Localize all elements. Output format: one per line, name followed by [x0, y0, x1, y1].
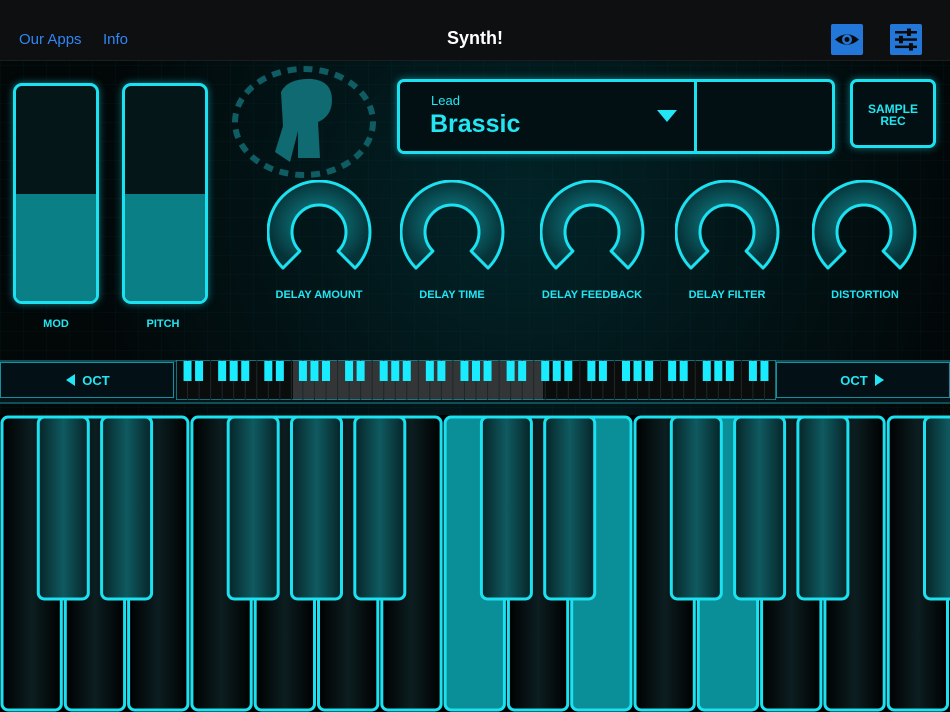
mini-black-key: [483, 361, 492, 381]
mini-black-key: [183, 361, 192, 381]
piano-keyboard[interactable]: [0, 415, 950, 712]
black-key: [100, 415, 154, 601]
mini-black-key: [714, 361, 723, 381]
preset-name: Brassic: [430, 110, 521, 138]
octave-up-label: OCT: [840, 372, 868, 388]
knob-delay-filter[interactable]: [675, 180, 785, 280]
knob-delay-time[interactable]: [400, 180, 510, 280]
knob-label-distortion: DISTORTION: [831, 289, 899, 301]
mini-black-key: [460, 361, 469, 381]
octave-up-button[interactable]: OCT: [776, 362, 950, 398]
mini-black-key: [622, 361, 630, 381]
mini-black-key: [298, 361, 307, 381]
preset-selector[interactable]: Lead Brassic: [397, 79, 835, 154]
black-key: [479, 415, 533, 601]
mini-black-key: [518, 361, 527, 381]
pitch-label: PITCH: [146, 318, 180, 330]
sliders-icon: [895, 28, 917, 51]
knob-label-delay-amount: DELAY AMOUNT: [275, 289, 363, 301]
mini-black-key: [425, 361, 434, 381]
mini-black-key: [356, 361, 365, 381]
mod-slider-fill: [16, 193, 96, 301]
black-key: [733, 415, 787, 601]
dropdown-arrow-icon: [657, 110, 677, 122]
preset-category: Lead: [431, 93, 460, 108]
knob-delay-feedback[interactable]: [540, 180, 650, 280]
mini-keyboard-range-selector[interactable]: [176, 360, 776, 400]
mini-black-key: [391, 361, 400, 381]
sample-rec-line2: REC: [880, 113, 906, 128]
mini-black-key: [322, 361, 330, 381]
app-title: Synth!: [447, 28, 503, 48]
mini-black-key: [564, 361, 573, 381]
knob-delay-amount[interactable]: [267, 180, 377, 280]
mini-black-key: [310, 361, 319, 381]
mini-black-key: [241, 361, 250, 381]
settings-button[interactable]: [890, 24, 922, 55]
black-key: [36, 415, 90, 601]
top-bar: Our Apps Info Synth!: [0, 0, 950, 61]
mini-black-key: [748, 361, 757, 381]
mini-black-key: [229, 361, 238, 381]
sample-rec-line1: SAMPLE: [867, 101, 918, 116]
mod-slider[interactable]: [13, 83, 99, 304]
knob-label-delay-filter: DELAY FILTER: [688, 289, 766, 301]
mini-black-key: [725, 361, 734, 381]
mini-black-key: [587, 361, 596, 381]
preset-divider: [694, 82, 697, 151]
mini-black-key: [402, 361, 411, 381]
mini-black-key: [275, 361, 284, 381]
eye-button[interactable]: [831, 24, 863, 55]
mini-black-key: [668, 361, 677, 381]
arrow-left-icon: [66, 374, 76, 386]
mod-label: MOD: [43, 318, 69, 330]
eye-icon: [835, 34, 859, 45]
mini-black-key: [679, 361, 688, 381]
knob-distortion[interactable]: [812, 180, 922, 280]
mini-black-key: [702, 361, 711, 381]
black-key: [796, 415, 850, 601]
mini-black-key: [264, 361, 273, 381]
black-key: [669, 415, 723, 601]
black-key: [290, 415, 343, 601]
arrow-right-icon: [874, 374, 884, 386]
knob-label-delay-feedback: DELAY FEEDBACK: [541, 289, 643, 301]
knob-label-delay-time: DELAY TIME: [419, 289, 485, 301]
mini-black-key: [506, 361, 515, 381]
mini-black-key: [218, 361, 227, 381]
mini-black-key: [379, 361, 388, 381]
octave-down-label: OCT: [82, 372, 110, 388]
mini-black-key: [437, 361, 446, 381]
app-logo-icon: [232, 66, 376, 178]
mini-black-key: [645, 361, 654, 381]
sample-rec-button[interactable]: SAMPLE REC: [850, 79, 936, 148]
mini-black-key: [345, 361, 354, 381]
mini-black-key: [472, 361, 480, 381]
mini-black-key: [552, 361, 561, 381]
mini-black-key: [541, 361, 550, 381]
pitch-slider[interactable]: [122, 83, 208, 304]
mini-black-key: [760, 361, 769, 381]
octave-down-button[interactable]: OCT: [0, 362, 174, 398]
mini-black-key: [195, 361, 204, 381]
black-key: [226, 415, 280, 601]
black-key: [923, 415, 950, 601]
pitch-slider-fill: [125, 193, 205, 301]
black-key: [353, 415, 407, 601]
black-key: [543, 415, 597, 601]
mini-black-key: [633, 361, 642, 381]
mini-black-key: [598, 361, 607, 381]
